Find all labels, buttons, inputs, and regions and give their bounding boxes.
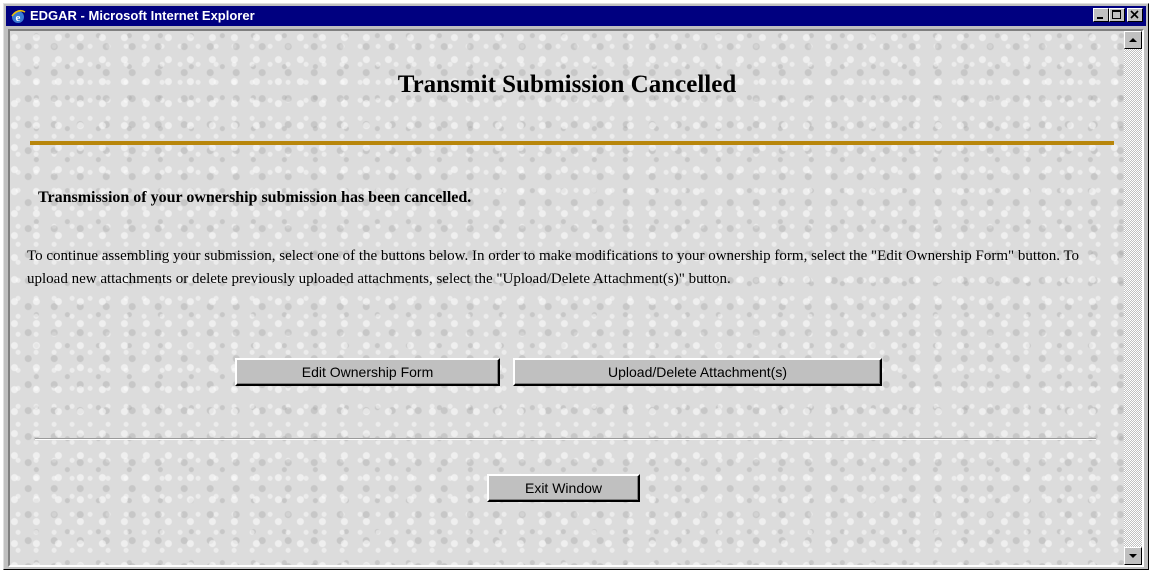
title-bar[interactable]: e EDGAR - Microsoft Internet Explorer bbox=[6, 6, 1146, 26]
ie-icon[interactable]: e bbox=[10, 8, 26, 24]
vertical-scrollbar[interactable] bbox=[1124, 31, 1142, 565]
minimize-icon[interactable] bbox=[1093, 8, 1109, 22]
maximize-icon[interactable] bbox=[1109, 8, 1125, 22]
browser-content-area: Transmit Submission Cancelled Transmissi… bbox=[8, 29, 1144, 567]
section-divider bbox=[35, 438, 1096, 440]
caption-buttons bbox=[1093, 8, 1143, 24]
svg-text:e: e bbox=[16, 12, 21, 24]
window-title: EDGAR - Microsoft Internet Explorer bbox=[30, 8, 255, 23]
scroll-up-arrow-icon[interactable] bbox=[1124, 31, 1142, 49]
scroll-down-arrow-icon[interactable] bbox=[1124, 547, 1142, 565]
instructions-text: To continue assembling your submission, … bbox=[27, 248, 1080, 287]
page-title: Transmit Submission Cancelled bbox=[397, 71, 737, 98]
title-divider bbox=[30, 141, 1114, 145]
page-content: Transmit Submission Cancelled Transmissi… bbox=[10, 31, 1124, 565]
edit-ownership-form-button[interactable]: Edit Ownership Form bbox=[235, 358, 500, 386]
exit-window-button[interactable]: Exit Window bbox=[487, 474, 640, 502]
upload-delete-attachments-button[interactable]: Upload/Delete Attachment(s) bbox=[513, 358, 882, 386]
browser-window: e EDGAR - Microsoft Internet Explorer Tr… bbox=[3, 3, 1149, 570]
cancel-message: Transmission of your ownership submissio… bbox=[38, 189, 472, 206]
close-icon[interactable] bbox=[1127, 8, 1143, 22]
